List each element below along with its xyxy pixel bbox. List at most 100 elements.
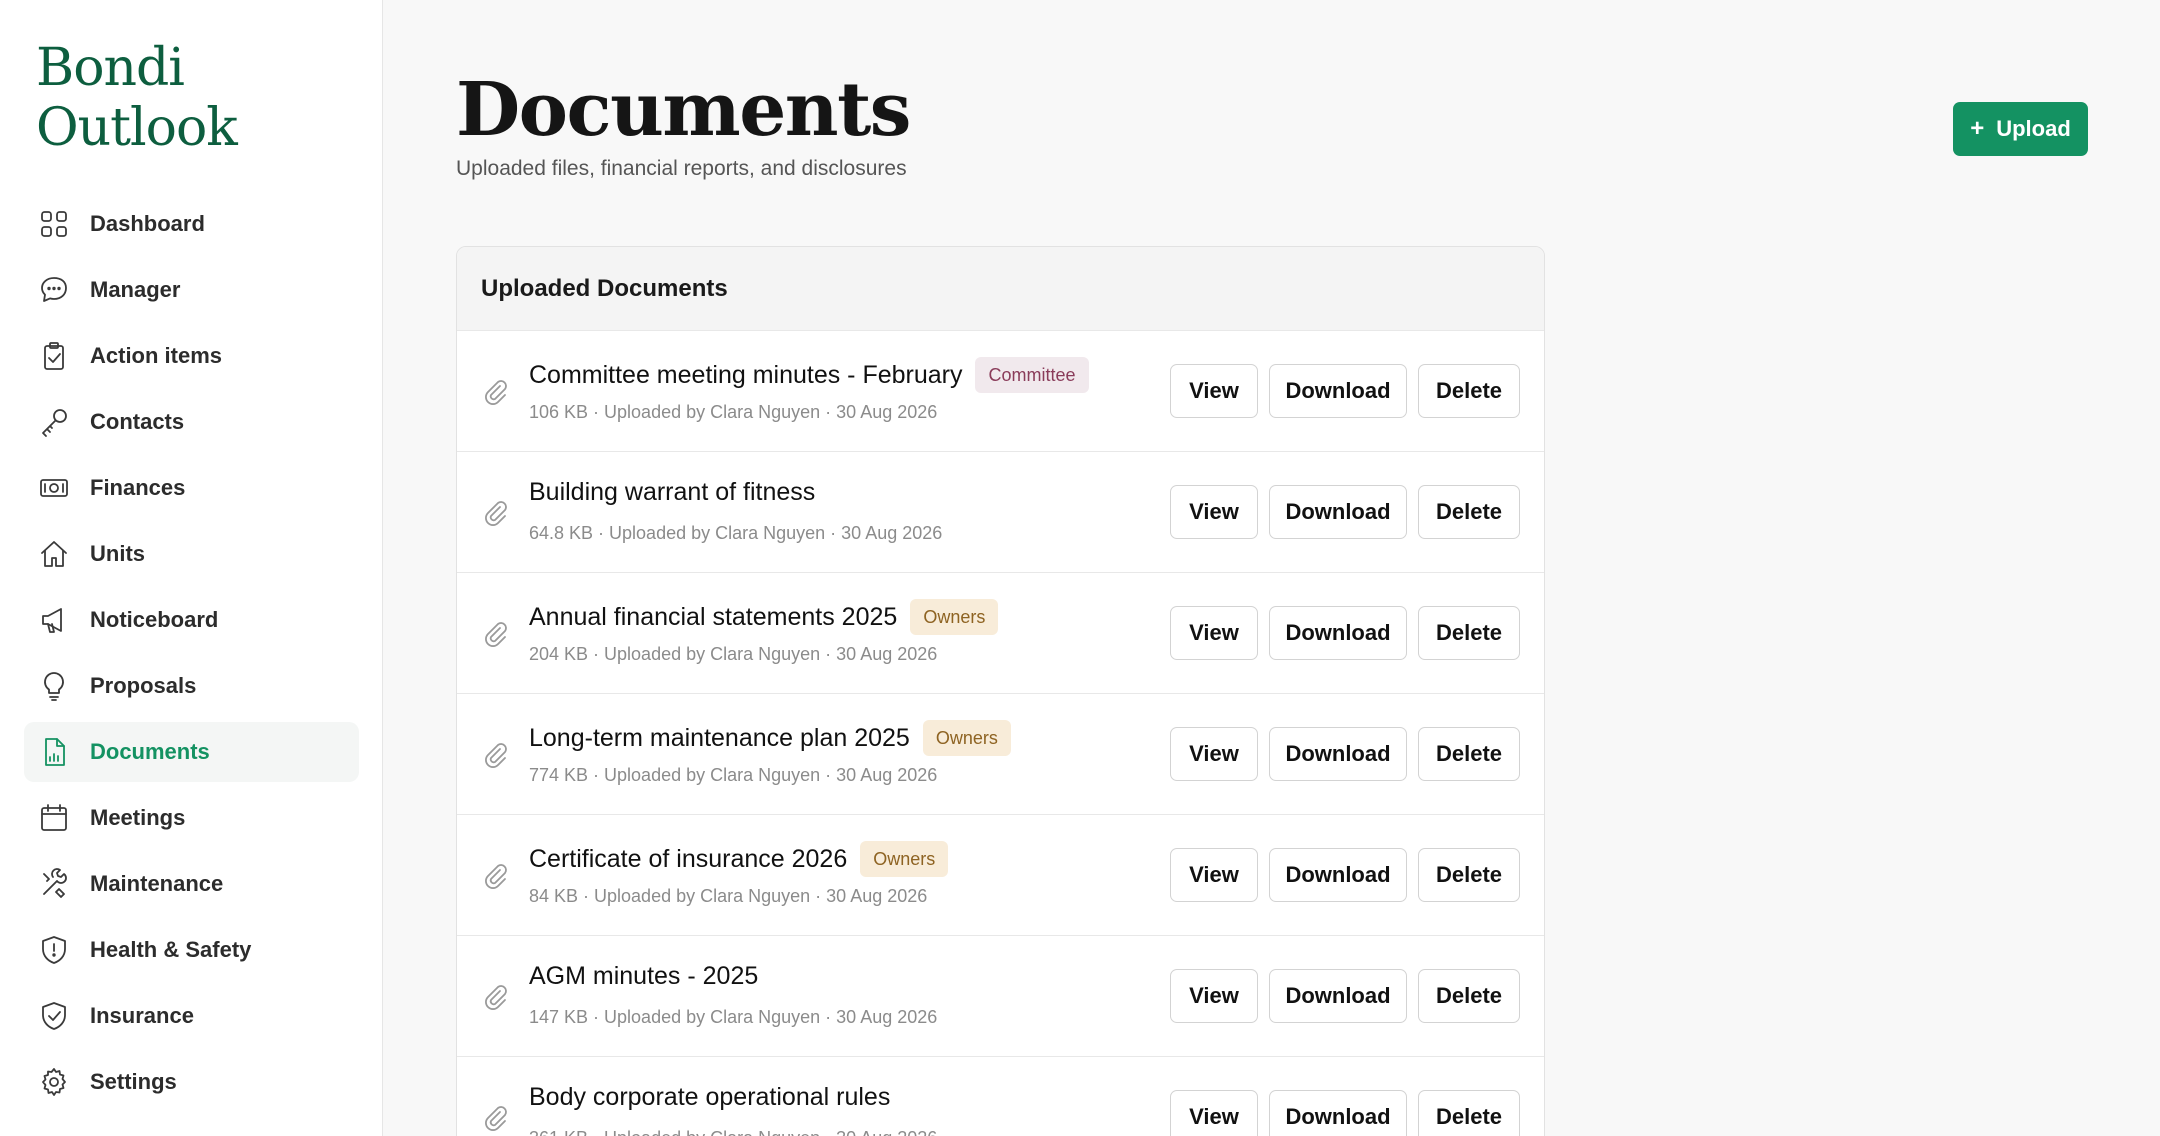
document-row: Body corporate operational rules 361 KB ·…	[457, 1057, 1544, 1136]
sidebar-item-health-safety[interactable]: Health & Safety	[24, 920, 359, 980]
view-button[interactable]: View	[1170, 848, 1258, 902]
view-button[interactable]: View	[1170, 606, 1258, 660]
document-title-line: Committee meeting minutes - February Comm…	[529, 357, 1089, 393]
document-title-line: Body corporate operational rules	[529, 1083, 890, 1112]
shield-alert-icon	[38, 934, 70, 966]
delete-button[interactable]: Delete	[1418, 727, 1520, 781]
sidebar-item-meetings[interactable]: Meetings	[24, 788, 359, 848]
tools-icon	[38, 868, 70, 900]
sidebar-item-settings[interactable]: Settings	[24, 1052, 359, 1112]
sidebar-item-label: Insurance	[90, 1003, 194, 1028]
download-button[interactable]: Download	[1269, 848, 1407, 902]
document-row: AGM minutes - 2025 147 KB · Uploaded by C…	[457, 936, 1544, 1057]
download-button[interactable]: Download	[1269, 485, 1407, 539]
document-row: Annual financial statements 2025 Owners 20…	[457, 573, 1544, 694]
view-button[interactable]: View	[1170, 727, 1258, 781]
document-title-line: AGM minutes - 2025	[529, 962, 758, 991]
download-button[interactable]: Download	[1269, 727, 1407, 781]
sidebar-item-maintenance[interactable]: Maintenance	[24, 854, 359, 914]
sidebar-item-contacts[interactable]: Contacts	[24, 392, 359, 452]
document-tag: Committee	[975, 357, 1089, 393]
document-title: Annual financial statements 2025	[529, 602, 898, 631]
document-chart-icon	[38, 736, 70, 768]
document-meta: 774 KB · Uploaded by Clara Nguyen · 30 A…	[529, 765, 938, 785]
view-button[interactable]: View	[1170, 1090, 1258, 1136]
document-tag: Owners	[860, 841, 949, 877]
delete-button[interactable]: Delete	[1418, 848, 1520, 902]
sidebar-item-label: Dashboard	[90, 211, 205, 236]
upload-button-label: Upload	[1996, 116, 2071, 141]
document-title: Committee meeting minutes - February	[529, 360, 963, 389]
sidebar-item-label: Manager	[90, 277, 181, 302]
sidebar-item-finances[interactable]: Finances	[24, 458, 359, 518]
document-title: AGM minutes - 2025	[529, 962, 759, 990]
sidebar-item-label: Noticeboard	[90, 607, 219, 632]
sidebar-item-label: Finances	[90, 475, 186, 500]
gear-icon	[38, 1066, 70, 1098]
sidebar-item-units[interactable]: Units	[24, 524, 359, 584]
chat-bubble-icon	[38, 274, 70, 306]
sidebar-item-label: Settings	[90, 1069, 177, 1094]
document-title-line: Annual financial statements 2025 Owners	[529, 599, 999, 635]
brand-line-2: Outlook	[36, 98, 238, 158]
sidebar: Bondi Outlook Dashboard Manager Action ite…	[0, 0, 383, 1136]
sidebar-item-manager[interactable]: Manager	[24, 260, 359, 320]
document-actions: View Download Delete	[1159, 485, 1520, 539]
document-meta: 361 KB · Uploaded by Clara Nguyen · 30 A…	[529, 1128, 937, 1136]
sidebar-item-label: Units	[90, 541, 145, 566]
delete-button[interactable]: Delete	[1418, 606, 1520, 660]
upload-button[interactable]: + Upload	[1953, 102, 2088, 156]
document-meta: 147 KB · Uploaded by Clara Nguyen · 30 A…	[529, 1007, 938, 1027]
delete-button[interactable]: Delete	[1418, 1090, 1520, 1136]
document-title-line: Long-term maintenance plan 2025 Owners	[529, 720, 1011, 756]
sidebar-item-label: Health & Safety	[90, 937, 252, 962]
document-tag: Owners	[922, 720, 1011, 756]
download-button[interactable]: Download	[1269, 1090, 1407, 1136]
paperclip-icon	[481, 982, 511, 1012]
document-actions: View Download Delete	[1159, 727, 1520, 781]
document-actions: View Download Delete	[1159, 969, 1520, 1023]
view-button[interactable]: View	[1170, 485, 1258, 539]
download-button[interactable]: Download	[1269, 364, 1407, 418]
home-icon	[38, 538, 70, 570]
download-button[interactable]: Download	[1269, 606, 1407, 660]
delete-button[interactable]: Delete	[1418, 364, 1520, 418]
view-button[interactable]: View	[1170, 364, 1258, 418]
delete-button[interactable]: Delete	[1418, 485, 1520, 539]
page-title: Documents	[456, 67, 911, 153]
sidebar-item-noticeboard[interactable]: Noticeboard	[24, 590, 359, 650]
card-title: Uploaded Documents	[457, 247, 1544, 331]
sidebar-item-insurance[interactable]: Insurance	[24, 986, 359, 1046]
document-title: Body corporate operational rules	[529, 1083, 891, 1111]
document-meta: 64.8 KB · Uploaded by Clara Nguyen · 30 …	[529, 523, 943, 543]
sidebar-item-dashboard[interactable]: Dashboard	[24, 194, 359, 254]
document-actions: View Download Delete	[1159, 606, 1520, 660]
document-row: Certificate of insurance 2026 Owners 84 KB…	[457, 815, 1544, 936]
paperclip-icon	[481, 498, 511, 528]
document-tag: Owners	[910, 599, 999, 635]
delete-button[interactable]: Delete	[1418, 969, 1520, 1023]
clipboard-check-icon	[38, 340, 70, 372]
view-button[interactable]: View	[1170, 969, 1258, 1023]
document-row: Committee meeting minutes - February Comm…	[457, 331, 1544, 452]
sidebar-item-action-items[interactable]: Action items	[24, 326, 359, 386]
document-title: Long-term maintenance plan 2025	[529, 723, 910, 752]
document-title: Certificate of insurance 2026	[529, 844, 848, 873]
paperclip-icon	[481, 740, 511, 770]
sidebar-item-label: Meetings	[90, 805, 186, 830]
documents-card: Uploaded Documents Committee meeting min…	[456, 246, 1545, 1136]
grid-icon	[38, 208, 70, 240]
document-meta: 84 KB · Uploaded by Clara Nguyen · 30 Au…	[529, 886, 928, 906]
brand-logo[interactable]: Bondi Outlook	[36, 38, 238, 158]
banknote-icon	[38, 472, 70, 504]
paperclip-icon	[481, 619, 511, 649]
download-button[interactable]: Download	[1269, 969, 1407, 1023]
document-title-line: Certificate of insurance 2026 Owners	[529, 841, 949, 877]
shield-check-icon	[38, 1000, 70, 1032]
sidebar-item-proposals[interactable]: Proposals	[24, 656, 359, 716]
sidebar-item-documents[interactable]: Documents	[24, 722, 359, 782]
page-subtitle: Uploaded files, financial reports, and d…	[456, 157, 907, 180]
document-meta: 204 KB · Uploaded by Clara Nguyen · 30 A…	[529, 644, 938, 664]
document-list: Committee meeting minutes - February Comm…	[457, 331, 1544, 1136]
document-title-line: Building warrant of fitness	[529, 478, 815, 507]
